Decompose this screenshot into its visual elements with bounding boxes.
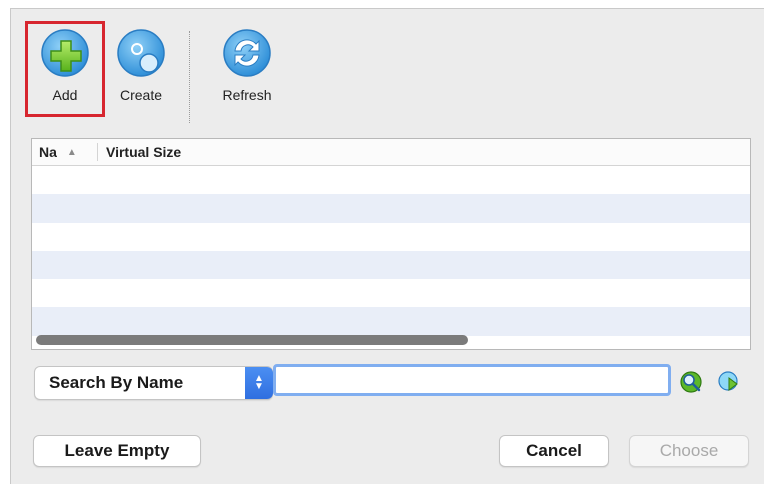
column-header-name[interactable]: Na ▲: [32, 143, 98, 161]
table-header: Na ▲ Virtual Size: [32, 139, 750, 166]
media-table: Na ▲ Virtual Size: [31, 138, 751, 350]
table-row: [32, 222, 750, 251]
horizontal-scrollbar[interactable]: [36, 335, 468, 345]
cancel-button[interactable]: Cancel: [499, 435, 609, 467]
search-mode-select[interactable]: Search By Name ▲ ▼: [34, 366, 273, 400]
chevron-up-down-icon: ▲ ▼: [245, 367, 273, 399]
refresh-button-label: Refresh: [222, 87, 272, 103]
toolbar: Add Create Refresh: [11, 9, 764, 123]
table-row: [32, 307, 750, 336]
find-icon[interactable]: [679, 370, 703, 394]
table-row: [32, 194, 750, 223]
table-row: [32, 166, 750, 195]
column-header-name-label: Na: [39, 144, 57, 160]
sort-ascending-icon: ▲: [66, 146, 77, 158]
toolbar-separator: [189, 31, 190, 123]
add-disk-icon: [41, 29, 89, 77]
medium-selector-window: Add Create Refresh Na ▲ Virtual Size Sea…: [10, 8, 764, 484]
create-button-label: Create: [119, 87, 163, 103]
create-disk-icon: [117, 29, 165, 77]
leave-empty-button[interactable]: Leave Empty: [33, 435, 201, 467]
table-row: [32, 250, 750, 280]
refresh-button[interactable]: Refresh: [207, 21, 287, 117]
refresh-icon: [223, 29, 271, 77]
table-body: [32, 166, 750, 336]
search-mode-value: Search By Name: [49, 373, 184, 392]
find-next-icon[interactable]: [717, 370, 741, 394]
table-row: [32, 279, 750, 308]
column-header-virtual-size[interactable]: Virtual Size: [98, 144, 181, 160]
choose-button[interactable]: Choose: [629, 435, 749, 467]
search-input[interactable]: [273, 364, 671, 396]
add-button[interactable]: Add: [25, 21, 105, 117]
create-button[interactable]: Create: [101, 21, 181, 117]
add-button-label: Add: [52, 87, 78, 103]
